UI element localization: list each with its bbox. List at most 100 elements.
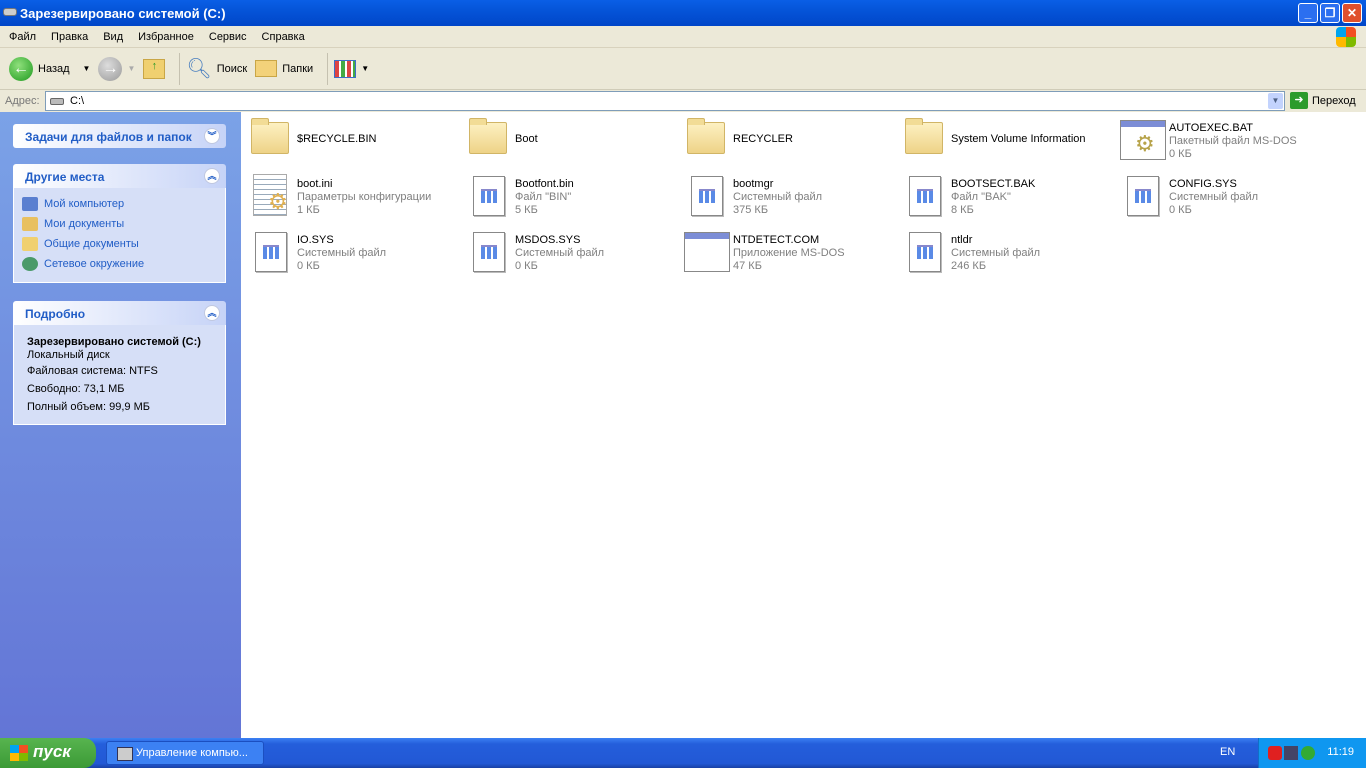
computer-icon: [22, 197, 38, 211]
drive-name: Зарезервировано системой (C:): [27, 336, 201, 348]
separator: [327, 52, 329, 85]
file-size: 8 КБ: [951, 204, 974, 216]
file-name: boot.ini: [297, 178, 333, 190]
folders-button[interactable]: Папки: [255, 60, 313, 77]
menu-view[interactable]: Вид: [103, 31, 123, 43]
menu-edit[interactable]: Правка: [51, 31, 88, 43]
system-tray: 11:19: [1258, 738, 1366, 768]
file-type: Файл "BAK": [951, 191, 1011, 203]
forward-button[interactable]: → ▼: [98, 56, 135, 81]
file-item[interactable]: NTDETECT.COM Приложение MS-DOS 47 КБ: [683, 228, 893, 276]
drive-icon: [50, 97, 64, 105]
file-size: 246 КБ: [951, 260, 987, 272]
file-type: Системный файл: [515, 247, 605, 259]
start-button[interactable]: пуск: [0, 738, 96, 768]
window-title: Зарезервировано системой (C:): [20, 5, 226, 21]
file-item[interactable]: System Volume Information: [901, 116, 1111, 164]
windows-flag-icon: [10, 745, 28, 761]
language-indicator[interactable]: EN: [1220, 746, 1235, 758]
file-item[interactable]: ntldr Системный файл 246 КБ: [901, 228, 1111, 276]
menu-bar: Файл Правка Вид Избранное Сервис Справка: [0, 26, 1366, 48]
file-name: CONFIG.SYS: [1169, 178, 1237, 190]
file-type: Системный файл: [951, 247, 1041, 259]
link-my-computer[interactable]: Мой компьютер: [22, 194, 217, 214]
total-size: Полный объем: 99,9 МБ: [27, 401, 150, 413]
file-size: 0 КБ: [515, 260, 538, 272]
file-name: BOOTSECT.BAK: [951, 178, 1036, 190]
taskbar: пуск Управление компью... EN 11:19: [0, 738, 1366, 768]
file-name: ntldr: [951, 234, 973, 246]
search-button[interactable]: 🔍︎ Поиск: [186, 56, 247, 81]
folders-icon: [255, 60, 278, 77]
link-network[interactable]: Сетевое окружение: [22, 254, 217, 274]
file-system: Файловая система: NTFS: [27, 365, 158, 377]
safely-remove-icon[interactable]: [1301, 746, 1315, 760]
close-button[interactable]: ✕: [1342, 3, 1362, 23]
menu-favorites[interactable]: Избранное: [138, 31, 194, 43]
address-value: C:\: [70, 95, 85, 107]
file-item[interactable]: Bootfont.bin Файл "BIN" 5 КБ: [465, 172, 675, 220]
file-item[interactable]: IO.SYS Системный файл 0 КБ: [247, 228, 457, 276]
collapse-chevron-icon[interactable]: ︽: [204, 305, 220, 321]
network-disconnected-icon[interactable]: [1284, 746, 1298, 760]
go-button[interactable]: ➜ Переход: [1290, 92, 1356, 109]
back-button[interactable]: ← Назад ▼: [9, 56, 90, 81]
file-item[interactable]: bootmgr Системный файл 375 КБ: [683, 172, 893, 220]
network-icon: [22, 257, 38, 271]
file-item[interactable]: BOOTSECT.BAK Файл "BAK" 8 КБ: [901, 172, 1111, 220]
collapse-chevron-icon[interactable]: ︽: [204, 168, 220, 184]
details-panel: Подробно ︽ Зарезервировано системой (C:) …: [13, 301, 226, 425]
file-type: Системный файл: [733, 191, 823, 203]
file-item[interactable]: $RECYCLE.BIN: [247, 116, 457, 164]
address-bar: Адрес: C:\ ▼ ➜ Переход: [0, 90, 1366, 112]
views-icon: [334, 59, 357, 78]
file-type: Пакетный файл MS-DOS: [1169, 135, 1297, 147]
file-size: 5 КБ: [515, 204, 538, 216]
file-name: Boot: [515, 133, 538, 145]
restore-button[interactable]: ❐: [1320, 3, 1340, 23]
file-item[interactable]: RECYCLER: [683, 116, 893, 164]
sys-file-icon: [247, 228, 295, 276]
file-tasks-panel: Задачи для файлов и папок ︾: [13, 124, 226, 148]
file-item[interactable]: AUTOEXEC.BATПакетный файл MS-DOS0 КБ: [1119, 116, 1329, 164]
details-header[interactable]: Подробно ︽: [13, 301, 226, 325]
opera-icon[interactable]: [1268, 746, 1282, 760]
link-my-documents[interactable]: Мои документы: [22, 214, 217, 234]
taskbar-item-computer-management[interactable]: Управление компью...: [106, 741, 264, 765]
other-places-panel: Другие места ︽ Мой компьютер Мои документ…: [13, 164, 226, 283]
file-name: MSDOS.SYS: [515, 234, 581, 246]
menu-tools[interactable]: Сервис: [209, 31, 247, 43]
file-size: 0 КБ: [1169, 204, 1192, 216]
ini-file-icon: [247, 172, 295, 220]
address-label: Адрес:: [5, 95, 40, 107]
menu-file[interactable]: Файл: [9, 31, 36, 43]
separator: [179, 52, 181, 85]
file-size: 0 КБ: [1169, 148, 1192, 160]
file-name: System Volume Information: [951, 133, 1086, 145]
folder-icon: [22, 237, 38, 251]
other-places-header[interactable]: Другие места ︽: [13, 164, 226, 188]
file-item[interactable]: Boot: [465, 116, 675, 164]
file-tasks-header[interactable]: Задачи для файлов и папок ︾: [13, 124, 226, 148]
file-item[interactable]: boot.iniПараметры конфигурации1 КБ: [247, 172, 457, 220]
up-folder-button[interactable]: ↑: [143, 58, 166, 79]
file-type: Системный файл: [1169, 191, 1259, 203]
file-type: Приложение MS-DOS: [733, 247, 845, 259]
minimize-button[interactable]: _: [1298, 3, 1318, 23]
address-input[interactable]: C:\ ▼: [45, 91, 1285, 111]
folder-icon: [683, 116, 731, 164]
back-arrow-icon: ←: [9, 56, 33, 81]
windows-logo-icon: [1336, 27, 1356, 47]
file-size: 1 КБ: [297, 204, 320, 216]
menu-help[interactable]: Справка: [262, 31, 305, 43]
views-button[interactable]: ▼: [334, 59, 369, 78]
expand-chevron-icon[interactable]: ︾: [204, 128, 220, 144]
link-shared-documents[interactable]: Общие документы: [22, 234, 217, 254]
file-item[interactable]: CONFIG.SYS Системный файл 0 КБ: [1119, 172, 1329, 220]
clock: 11:19: [1327, 746, 1354, 758]
address-dropdown-button[interactable]: ▼: [1268, 93, 1283, 109]
file-item[interactable]: MSDOS.SYS Системный файл 0 КБ: [465, 228, 675, 276]
file-name: $RECYCLE.BIN: [297, 133, 377, 145]
file-name: Bootfont.bin: [515, 178, 574, 190]
batch-file-icon: [1119, 116, 1167, 164]
